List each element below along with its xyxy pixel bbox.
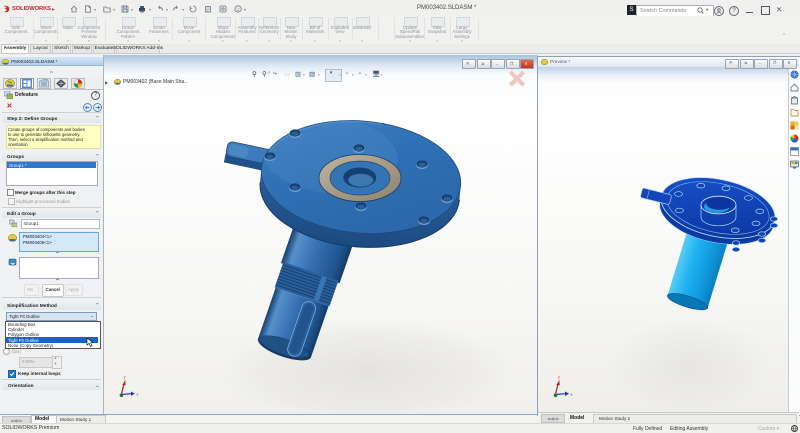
svg-text:y: y bbox=[124, 374, 126, 379]
svg-text:y: y bbox=[558, 374, 560, 379]
svg-text:x: x bbox=[136, 392, 138, 397]
svg-text:x: x bbox=[571, 392, 573, 397]
